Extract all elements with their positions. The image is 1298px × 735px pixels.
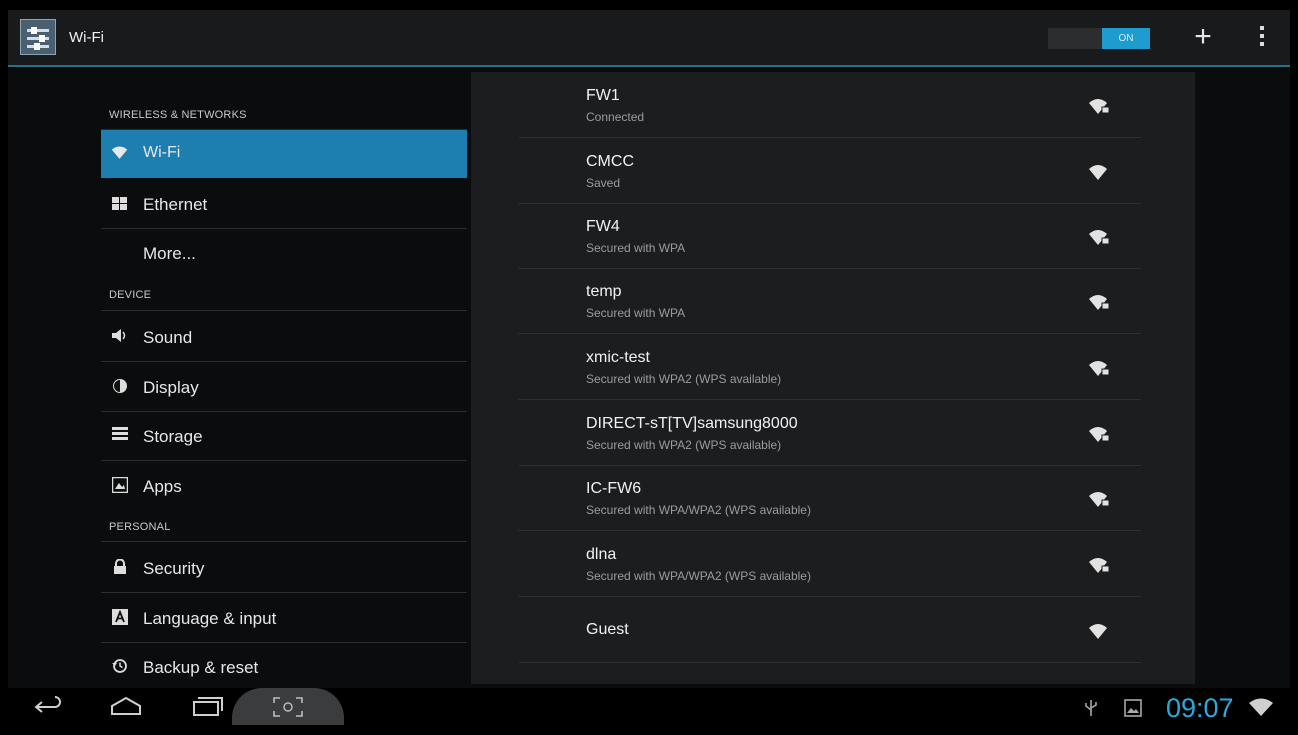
system-bar: 09:07	[8, 688, 1290, 725]
sidebar-item-label: Sound	[143, 328, 193, 347]
network-status: Secured with WPA	[586, 306, 686, 320]
network-row[interactable]: dlna Secured with WPA/WPA2 (WPS availabl…	[518, 532, 1141, 597]
network-name: IC-FW6	[586, 480, 642, 497]
network-status: Secured with WPA	[586, 241, 686, 255]
wifi-signal-icon	[1089, 624, 1107, 639]
page-title: Wi-Fi	[69, 29, 104, 46]
network-status: Connected	[586, 110, 645, 124]
sidebar-item-label: More...	[143, 244, 196, 263]
image-notification-icon	[1124, 699, 1142, 717]
wifi-toggle[interactable]: ON	[1048, 28, 1150, 49]
network-status: Saved	[586, 176, 621, 190]
network-name: DIRECT-sT[TV]samsung8000	[586, 415, 798, 432]
network-row[interactable]: temp Secured with WPA	[518, 269, 1141, 334]
sidebar-item-label: Language & input	[143, 609, 277, 628]
sidebar-item-wifi[interactable]: Wi-Fi	[101, 130, 467, 178]
backup-icon	[111, 658, 128, 675]
plus-icon[interactable]: +	[1188, 20, 1218, 54]
sidebar-item-label: Ethernet	[143, 195, 208, 214]
sidebar-item-label: Display	[143, 378, 199, 397]
wifi-signal-icon	[1089, 165, 1107, 180]
settings-app-icon[interactable]	[20, 19, 56, 55]
network-name: CMCC	[586, 153, 634, 170]
settings-sidebar: WIRELESS & NETWORKS Wi-Fi Ethernet More.…	[101, 67, 469, 687]
screen: Wi-Fi ON + WIRELESS & NETWORKS Wi-Fi Eth…	[8, 10, 1290, 725]
network-row[interactable]: xmic-test Secured with WPA2 (WPS availab…	[518, 335, 1141, 400]
wifi-signal-locked-icon	[1089, 427, 1110, 442]
sidebar-item-language[interactable]: Language & input	[101, 594, 467, 642]
sidebar-item-storage[interactable]: Storage	[101, 412, 467, 460]
network-row[interactable]: DIRECT-sT[TV]samsung8000 Secured with WP…	[518, 401, 1141, 466]
network-row[interactable]: CMCC Saved	[518, 139, 1141, 204]
sidebar-item-display[interactable]: Display	[101, 363, 467, 411]
wifi-signal-locked-icon	[1089, 230, 1110, 245]
screenshot-button[interactable]	[232, 688, 344, 725]
network-status: Secured with WPA/WPA2 (WPS available)	[586, 503, 811, 517]
storage-icon	[111, 427, 128, 444]
section-header-wireless: WIRELESS & NETWORKS	[109, 109, 247, 121]
wifi-signal-locked-icon	[1089, 361, 1110, 376]
network-status: Secured with WPA/WPA2 (WPS available)	[586, 569, 811, 583]
network-status: Secured with WPA2 (WPS available)	[586, 438, 782, 452]
sidebar-item-backup[interactable]: Backup & reset	[101, 643, 467, 691]
sidebar-item-label: Storage	[143, 427, 203, 446]
network-name: dlna	[586, 546, 617, 563]
wifi-status-icon	[1249, 698, 1273, 716]
wifi-signal-locked-icon	[1089, 492, 1110, 507]
network-name: FW1	[586, 87, 620, 104]
home-icon[interactable]	[106, 692, 146, 722]
wifi-signal-locked-icon	[1089, 295, 1110, 310]
sidebar-item-label: Backup & reset	[143, 658, 259, 677]
network-name: temp	[586, 283, 622, 300]
network-name: xmic-test	[586, 349, 650, 366]
action-bar: Wi-Fi ON +	[8, 10, 1290, 67]
toggle-on-label: ON	[1102, 28, 1150, 49]
screenshot-icon	[273, 697, 303, 717]
wifi-network-list: FW1 Connected CMCC Saved FW4 Secured wit…	[471, 72, 1195, 684]
ethernet-icon	[111, 195, 128, 212]
clock: 09:07	[1166, 693, 1234, 723]
network-name: Guest	[586, 621, 629, 638]
sidebar-item-label: Apps	[143, 477, 182, 496]
network-row[interactable]: IC-FW6 Secured with WPA/WPA2 (WPS availa…	[518, 466, 1141, 531]
apps-icon	[111, 476, 128, 494]
wifi-icon	[111, 145, 128, 162]
sidebar-item-label: Wi-Fi	[143, 144, 181, 161]
network-name: FW4	[586, 218, 620, 235]
back-icon[interactable]	[28, 692, 68, 722]
sidebar-item-apps[interactable]: Apps	[101, 462, 467, 510]
sidebar-item-label: Security	[143, 559, 205, 578]
network-row[interactable]: FW4 Secured with WPA	[518, 204, 1141, 269]
sidebar-item-security[interactable]: Security	[101, 544, 467, 592]
recent-apps-icon[interactable]	[188, 692, 228, 722]
sidebar-item-sound[interactable]: Sound	[101, 313, 467, 361]
lock-icon	[111, 558, 128, 576]
speaker-icon	[111, 328, 128, 345]
usb-icon	[1085, 700, 1097, 716]
sidebar-item-more[interactable]: More...	[101, 229, 467, 277]
wifi-signal-locked-icon	[1089, 558, 1110, 573]
sidebar-item-ethernet[interactable]: Ethernet	[101, 180, 467, 228]
overflow-menu-icon[interactable]	[1258, 26, 1266, 50]
section-header-device: DEVICE	[109, 289, 152, 301]
brightness-icon	[111, 378, 128, 395]
keyboard-icon	[111, 609, 128, 626]
network-status: Secured with WPA2 (WPS available)	[586, 372, 782, 386]
section-header-personal: PERSONAL	[109, 521, 171, 533]
network-row[interactable]: FW1 Connected	[518, 73, 1141, 138]
network-row[interactable]: Guest	[518, 598, 1141, 663]
wifi-signal-locked-icon	[1089, 99, 1110, 114]
